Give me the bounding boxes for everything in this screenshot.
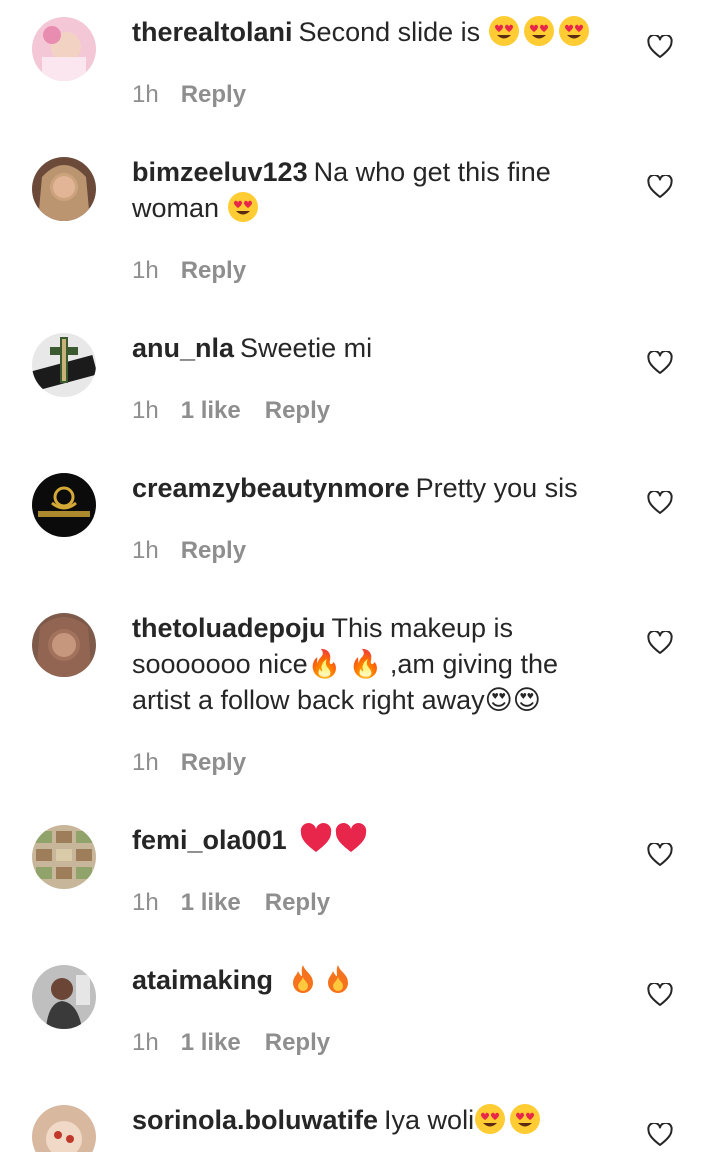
- like-heart-icon[interactable]: [647, 491, 673, 515]
- heart-eyes-emoji-icon: [523, 16, 554, 46]
- comment-item: bimzeeluv123 Na who get this fine woman 1…: [0, 140, 720, 316]
- like-heart-icon[interactable]: [647, 351, 673, 375]
- comment-item: therealtolani Second slide is 1h Reply: [0, 0, 720, 140]
- reply-button[interactable]: Reply: [181, 257, 246, 284]
- fire-emoji-icon: [292, 965, 313, 993]
- comment-text: creamzybeautynmore Pretty you sis: [132, 470, 622, 506]
- reply-button[interactable]: Reply: [181, 81, 246, 108]
- comment-username[interactable]: anu_nla: [132, 333, 234, 363]
- comment-username[interactable]: therealtolani: [132, 17, 293, 47]
- comment-time: 1h: [132, 537, 159, 564]
- comment-text: anu_nla Sweetie mi: [132, 330, 622, 366]
- heart-eyes-emoji-icon: [558, 16, 589, 46]
- comment-time: 1h: [132, 257, 159, 284]
- comment-meta: 1h Reply: [132, 256, 246, 286]
- comment-time: 1h: [132, 1029, 159, 1056]
- red-heart-emoji-icon: [335, 823, 367, 852]
- reply-button[interactable]: Reply: [181, 537, 246, 564]
- comment-body: Pretty you sis: [415, 473, 578, 503]
- comment-text: ataimaking: [132, 962, 622, 998]
- comment-item: creamzybeautynmore Pretty you sis 1h Reply: [0, 456, 720, 596]
- like-heart-icon[interactable]: [647, 631, 673, 655]
- comment-username[interactable]: femi_ola001: [132, 825, 287, 855]
- comment-username[interactable]: thetoluadepoju: [132, 613, 325, 643]
- avatar[interactable]: [32, 157, 96, 221]
- comment-text: sorinola.boluwatife Iya woli: [132, 1102, 622, 1138]
- avatar[interactable]: [32, 825, 96, 889]
- like-heart-icon[interactable]: [647, 983, 673, 1007]
- comment-item: anu_nla Sweetie mi 1h 1 like Reply: [0, 316, 720, 456]
- heart-eyes-emoji-icon: [510, 1104, 541, 1134]
- avatar[interactable]: [32, 17, 96, 81]
- comment-item: femi_ola001 1h 1 like Reply: [0, 808, 720, 948]
- likes-count[interactable]: 1 like: [181, 397, 241, 424]
- comment-body: Second slide is: [298, 17, 481, 47]
- heart-eyes-emoji-icon: [227, 192, 258, 222]
- avatar[interactable]: [32, 965, 96, 1029]
- likes-count[interactable]: 1 like: [181, 889, 241, 916]
- comment-meta: 1h 1 like Reply: [132, 888, 330, 918]
- avatar[interactable]: [32, 1105, 96, 1152]
- reply-button[interactable]: Reply: [181, 749, 246, 776]
- comment-username[interactable]: bimzeeluv123: [132, 157, 308, 187]
- comment-username[interactable]: sorinola.boluwatife: [132, 1105, 378, 1135]
- like-heart-icon[interactable]: [647, 35, 673, 59]
- red-heart-emoji-icon: [300, 823, 332, 852]
- comment-text: therealtolani Second slide is: [132, 14, 622, 50]
- heart-eyes-emoji-icon: [488, 16, 519, 46]
- reply-button[interactable]: Reply: [265, 889, 330, 916]
- avatar[interactable]: [32, 473, 96, 537]
- comment-time: 1h: [132, 889, 159, 916]
- comment-username[interactable]: creamzybeautynmore: [132, 473, 410, 503]
- comment-meta: 1h Reply: [132, 748, 246, 778]
- comment-meta: 1h Reply: [132, 80, 246, 110]
- like-heart-icon[interactable]: [647, 175, 673, 199]
- avatar[interactable]: [32, 613, 96, 677]
- comment-text: bimzeeluv123 Na who get this fine woman: [132, 154, 622, 226]
- comment-meta: 1h Reply: [132, 536, 246, 566]
- comment-time: 1h: [132, 81, 159, 108]
- comment-body: Sweetie mi: [240, 333, 373, 363]
- like-heart-icon[interactable]: [647, 1123, 673, 1147]
- like-heart-icon[interactable]: [647, 843, 673, 867]
- comment-meta: 1h 1 like Reply: [132, 1028, 330, 1058]
- comment-meta: 1h 1 like Reply: [132, 396, 330, 426]
- heart-eyes-emoji-icon: [475, 1104, 506, 1134]
- comment-text: thetoluadepoju This makeup is sooooooo ni…: [132, 610, 622, 718]
- avatar[interactable]: [32, 333, 96, 397]
- comment-body: Iya woli: [384, 1105, 475, 1135]
- comment-time: 1h: [132, 749, 159, 776]
- reply-button[interactable]: Reply: [265, 1029, 330, 1056]
- comment-item: thetoluadepoju This makeup is sooooooo ni…: [0, 596, 720, 808]
- comment-username[interactable]: ataimaking: [132, 965, 273, 995]
- comment-time: 1h: [132, 397, 159, 424]
- comment-item: sorinola.boluwatife Iya woli: [0, 1088, 720, 1152]
- fire-emoji-icon: [327, 965, 348, 993]
- likes-count[interactable]: 1 like: [181, 1029, 241, 1056]
- comment-item: ataimaking 1h 1 like Reply: [0, 948, 720, 1088]
- comment-text: femi_ola001: [132, 822, 622, 858]
- reply-button[interactable]: Reply: [265, 397, 330, 424]
